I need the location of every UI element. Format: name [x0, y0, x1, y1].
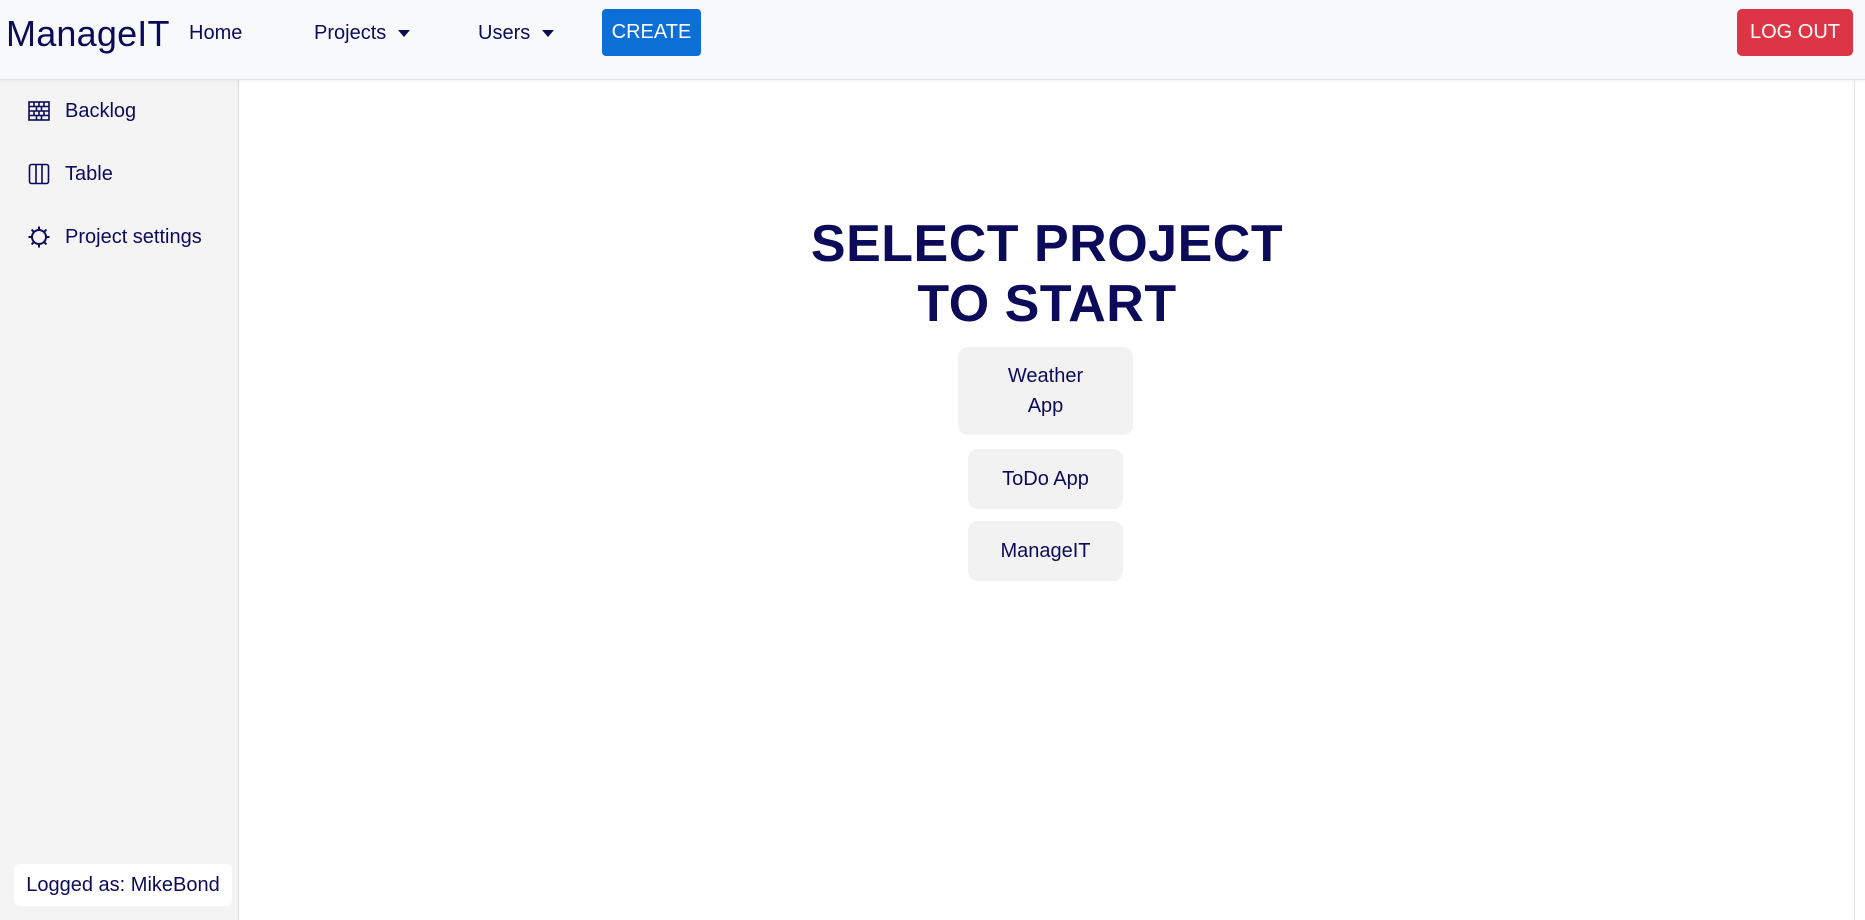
- logged-user-badge: Logged as: MikeBond: [14, 864, 232, 906]
- project-button-todo-app[interactable]: ToDo App: [968, 449, 1123, 509]
- sidebar-item-label: Project settings: [65, 225, 202, 248]
- scrollbar-track[interactable]: [1854, 80, 1855, 920]
- sidebar-item-label: Backlog: [65, 99, 137, 122]
- caret-down-icon: [398, 30, 411, 37]
- sidebar-item-table[interactable]: Table: [27, 162, 113, 186]
- nav-home-link[interactable]: Home: [189, 22, 242, 45]
- table-icon: [27, 162, 51, 186]
- create-button[interactable]: CREATE: [602, 9, 701, 56]
- main-content: SELECT PROJECT TO START Weather App ToDo…: [240, 80, 1854, 920]
- project-label-line2: App: [1027, 395, 1064, 417]
- sidebar-item-backlog[interactable]: Backlog: [27, 99, 136, 123]
- nav-projects-dropdown[interactable]: Projects: [314, 22, 411, 45]
- sidebar-item-project-settings[interactable]: Project settings: [27, 225, 202, 249]
- gear-icon: [27, 225, 51, 249]
- sidebar-item-label: Table: [65, 162, 113, 185]
- page-title-line1: SELECT PROJECT: [810, 215, 1284, 273]
- backlog-icon: [27, 99, 51, 123]
- caret-down-icon: [542, 30, 555, 37]
- project-button-manageit[interactable]: ManageIT: [968, 521, 1123, 581]
- top-navbar: ManageIT Home Projects Users CREATE LOG …: [0, 0, 1865, 80]
- nav-projects-label: Projects: [314, 22, 387, 44]
- page-title: SELECT PROJECT TO START: [240, 214, 1854, 334]
- nav-users-label: Users: [478, 22, 531, 44]
- brand-logo[interactable]: ManageIT: [6, 13, 170, 55]
- project-label-line1: Weather: [1007, 365, 1084, 387]
- logout-button[interactable]: LOG OUT: [1737, 9, 1853, 56]
- sidebar: Backlog Table Project settings Logged as…: [0, 80, 239, 920]
- project-button-weather-app[interactable]: Weather App: [958, 347, 1133, 435]
- nav-home-label: Home: [189, 22, 243, 44]
- page-title-line2: TO START: [917, 275, 1177, 333]
- nav-users-dropdown[interactable]: Users: [478, 22, 555, 45]
